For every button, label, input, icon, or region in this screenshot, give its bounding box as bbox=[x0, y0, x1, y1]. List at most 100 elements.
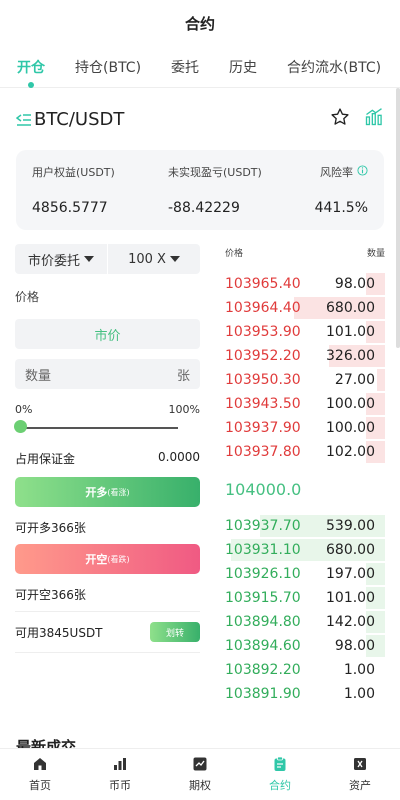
open-long-sub: (看涨) bbox=[107, 487, 130, 497]
bid-price: 103894.80 bbox=[225, 614, 301, 630]
nav-contract-label: 合约 bbox=[269, 779, 291, 792]
tab-contract-flow[interactable]: 合约流水(BTC) bbox=[280, 46, 388, 88]
ask-price: 103950.30 bbox=[225, 372, 301, 388]
quantity-slider[interactable] bbox=[14, 420, 200, 434]
bid-row[interactable]: 103915.70 101.00 bbox=[225, 586, 385, 610]
open-short-sub: (看跌) bbox=[107, 554, 130, 564]
quantity-placeholder: 数量 bbox=[25, 368, 52, 384]
ask-row[interactable]: 103964.40 680.00 bbox=[225, 296, 385, 320]
risk-rate-value: 441.5% bbox=[314, 200, 368, 216]
bid-qty: 197.00 bbox=[326, 566, 375, 582]
equity-card: 用户权益(USDT) 未实现盈亏(USDT) 风险率 4856.5777 -88… bbox=[16, 150, 384, 230]
bid-row[interactable]: 103926.10 197.00 bbox=[225, 562, 385, 586]
tab-positions[interactable]: 持仓(BTC) bbox=[68, 46, 148, 88]
page-title: 合约 bbox=[184, 14, 215, 33]
tab-history[interactable]: 历史 bbox=[222, 46, 264, 88]
quantity-field[interactable]: 数量 张 bbox=[15, 359, 200, 389]
ask-row[interactable]: 103937.90 100.00 bbox=[225, 416, 385, 440]
bottom-nav: 首页 币币 期权 合约 资产 bbox=[0, 748, 400, 800]
bid-row[interactable]: 103937.70 539.00 bbox=[225, 514, 385, 538]
bid-price: 103931.10 bbox=[225, 542, 301, 558]
nav-home-label: 首页 bbox=[29, 779, 51, 792]
ask-price: 103965.40 bbox=[225, 276, 301, 292]
slider-thumb[interactable] bbox=[14, 420, 27, 433]
order-book-header: 价格 数量 bbox=[225, 242, 385, 262]
ask-row[interactable]: 103965.40 98.00 bbox=[225, 272, 385, 296]
bid-row[interactable]: 103894.80 142.00 bbox=[225, 610, 385, 634]
nav-options-label: 期权 bbox=[189, 779, 211, 792]
bid-row[interactable]: 103931.10 680.00 bbox=[225, 538, 385, 562]
nav-coin-label: 币币 bbox=[109, 779, 131, 792]
ask-row[interactable]: 103952.20 326.00 bbox=[225, 344, 385, 368]
percent-labels: 0% 100% bbox=[15, 403, 200, 416]
ask-qty: 100.00 bbox=[326, 396, 375, 412]
ask-qty: 101.00 bbox=[326, 324, 375, 340]
open-short-label: 开空 bbox=[85, 553, 108, 566]
percent-min: 0% bbox=[15, 403, 33, 416]
ask-qty: 680.00 bbox=[326, 300, 375, 316]
bid-qty: 1.00 bbox=[343, 662, 375, 678]
clipboard-icon bbox=[272, 756, 288, 775]
nav-home[interactable]: 首页 bbox=[0, 749, 80, 800]
bid-price: 103937.70 bbox=[225, 518, 301, 534]
available-row: 可用3845USDT 划转 bbox=[15, 611, 200, 653]
margin-value: 0.0000 bbox=[158, 450, 200, 464]
risk-rate-label: 风险率 bbox=[320, 166, 353, 179]
ask-price: 103937.80 bbox=[225, 444, 301, 460]
ask-qty: 102.00 bbox=[326, 444, 375, 460]
price-label: 价格 bbox=[15, 290, 40, 304]
ask-row[interactable]: 103950.30 27.00 bbox=[225, 368, 385, 392]
leverage-value: 100 X bbox=[128, 251, 166, 267]
bid-qty: 98.00 bbox=[334, 638, 375, 654]
bar-chart-icon bbox=[112, 756, 128, 775]
short-available: 可开空366张 bbox=[15, 588, 86, 602]
long-available: 可开多366张 bbox=[15, 521, 86, 535]
transfer-button[interactable]: 划转 bbox=[150, 622, 200, 642]
menu-list-icon[interactable] bbox=[15, 112, 32, 126]
bid-qty: 539.00 bbox=[326, 518, 375, 534]
tab-orders[interactable]: 委托 bbox=[164, 46, 206, 88]
ask-row[interactable]: 103943.50 100.00 bbox=[225, 392, 385, 416]
trade-panel: 市价委托 100 X 价格 市价 数量 张 0% 100% 占用保证金 0.00… bbox=[0, 242, 400, 752]
price-value: 市价 bbox=[94, 328, 121, 344]
price-field[interactable]: 市价 bbox=[15, 319, 200, 349]
bid-row[interactable]: 103891.90 1.00 bbox=[225, 682, 385, 706]
page-scrollbar[interactable] bbox=[396, 88, 400, 348]
caret-down-icon bbox=[169, 256, 180, 262]
slider-track bbox=[19, 427, 178, 429]
equity-value: 4856.5777 bbox=[32, 200, 108, 216]
bid-row[interactable]: 103892.20 1.00 bbox=[225, 658, 385, 682]
open-short-button[interactable]: 开空 (看跌) bbox=[15, 544, 200, 574]
leverage-select[interactable]: 100 X bbox=[108, 252, 200, 267]
margin-row: 占用保证金 0.0000 bbox=[15, 450, 200, 467]
ask-row[interactable]: 103937.80 102.00 bbox=[225, 440, 385, 464]
nav-contract[interactable]: 合约 bbox=[240, 749, 320, 800]
bid-row[interactable]: 103894.60 98.00 bbox=[225, 634, 385, 658]
home-icon bbox=[32, 756, 48, 775]
symbol-row: BTC/USDT bbox=[0, 88, 400, 150]
trend-icon bbox=[192, 756, 208, 775]
info-icon[interactable] bbox=[357, 165, 368, 179]
bid-qty: 142.00 bbox=[326, 614, 375, 630]
bid-qty: 1.00 bbox=[343, 686, 375, 702]
order-type-select[interactable]: 市价委托 bbox=[15, 250, 107, 269]
open-long-button[interactable]: 开多 (看涨) bbox=[15, 477, 200, 507]
ask-price: 103943.50 bbox=[225, 396, 301, 412]
star-icon[interactable] bbox=[330, 107, 350, 131]
chart-icon[interactable] bbox=[364, 107, 384, 131]
tab-bar: 开仓 持仓(BTC) 委托 历史 合约流水(BTC) bbox=[0, 46, 400, 88]
nav-assets[interactable]: 资产 bbox=[320, 749, 400, 800]
order-type-value: 市价委托 bbox=[27, 253, 80, 269]
ask-qty: 98.00 bbox=[334, 276, 375, 292]
nav-coin[interactable]: 币币 bbox=[80, 749, 160, 800]
unrealized-pnl-label: 未实现盈亏(USDT) bbox=[168, 166, 262, 179]
ask-depth-bar bbox=[377, 369, 385, 391]
wallet-icon bbox=[352, 756, 368, 775]
symbol-name[interactable]: BTC/USDT bbox=[34, 109, 124, 130]
ask-price: 103953.90 bbox=[225, 324, 301, 340]
quantity-unit: 张 bbox=[176, 368, 190, 384]
tab-open[interactable]: 开仓 bbox=[10, 46, 52, 88]
nav-options[interactable]: 期权 bbox=[160, 749, 240, 800]
ask-row[interactable]: 103953.90 101.00 bbox=[225, 320, 385, 344]
order-selectors: 市价委托 100 X bbox=[15, 244, 200, 274]
